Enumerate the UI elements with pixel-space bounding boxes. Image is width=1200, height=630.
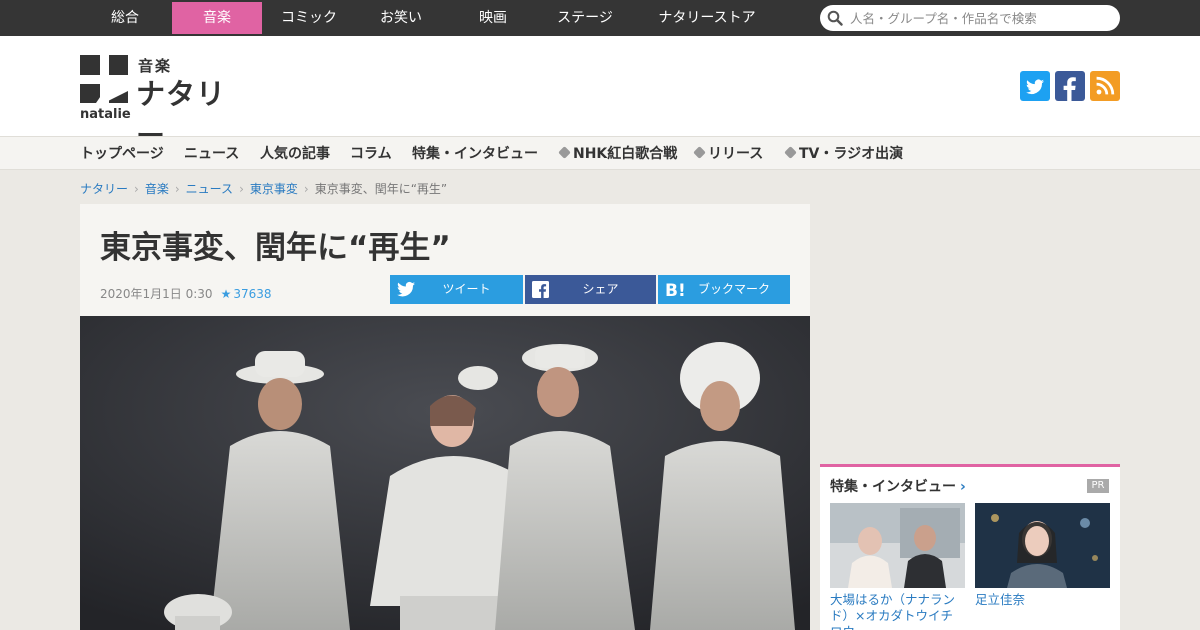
hatena-bookmark-button[interactable]: B! ブックマーク	[658, 275, 790, 304]
subnav-top[interactable]: トップページ	[80, 137, 164, 171]
subnav-popular[interactable]: 人気の記事	[260, 137, 330, 171]
tab-owarai[interactable]: お笑い	[356, 2, 446, 34]
feature-card[interactable]: 足立佳奈	[975, 503, 1110, 630]
chevron-right-icon: ›	[174, 182, 180, 196]
twitter-icon	[1026, 79, 1044, 95]
subnav-kohaku-label: NHK紅白歌合戦	[573, 146, 678, 162]
tag-icon	[784, 146, 797, 159]
chevron-right-icon: ›	[239, 182, 244, 196]
chevron-right-icon: ›	[303, 182, 309, 196]
feature-thumbnail	[975, 503, 1110, 588]
subnav-tv-radio[interactable]: TV・ラジオ出演	[784, 137, 904, 171]
article-header: 東京事変、閏年に“再生” 2020年1月1日 0:30 ★ 37638 ツイート シ…	[80, 204, 810, 316]
subnav-kohaku[interactable]: NHK紅白歌合戦	[558, 137, 678, 171]
search-box	[820, 5, 1120, 31]
hatena-bookmark-label: ブックマーク	[697, 282, 770, 296]
feature-sidebar: 特集・インタビュー› PR 大場はるか（ナナランド）×オカダトウイチロウ 足立佳…	[820, 464, 1120, 630]
rss-link[interactable]	[1090, 71, 1120, 101]
site-logo[interactable]: 音楽 ナタリー natalie	[80, 55, 250, 153]
global-nav: 総合 音楽 コミック お笑い 映画 ステージ ナタリーストア	[0, 0, 1200, 36]
tab-music[interactable]: 音楽	[172, 2, 262, 34]
chevron-right-icon: ›	[960, 479, 966, 495]
favorite-count[interactable]: 37638	[233, 287, 271, 301]
breadcrumb-natalie[interactable]: ナタリー	[80, 182, 128, 196]
sidebar-title-text: 特集・インタビュー	[830, 479, 956, 495]
tab-stage[interactable]: ステージ	[540, 2, 630, 34]
tweet-button[interactable]: ツイート	[390, 275, 523, 304]
chevron-right-icon: ›	[134, 182, 139, 196]
band-photo-image	[80, 316, 810, 630]
tab-eiga[interactable]: 映画	[448, 2, 538, 34]
search-input[interactable]	[850, 7, 1110, 29]
facebook-share-button[interactable]: シェア	[525, 275, 656, 304]
tweet-label: ツイート	[442, 282, 491, 296]
article-date: 2020年1月1日 0:30	[100, 287, 213, 301]
tab-comic[interactable]: コミック	[264, 2, 354, 34]
tab-store[interactable]: ナタリーストア	[632, 2, 782, 34]
breadcrumb-current: 東京事変、閏年に“再生”	[314, 182, 448, 196]
twitter-link[interactable]	[1020, 71, 1050, 101]
feature-thumbnail	[830, 503, 965, 588]
breadcrumb-artist[interactable]: 東京事変	[250, 182, 298, 196]
tag-icon	[558, 146, 571, 159]
logo-latin: natalie	[80, 107, 131, 122]
subnav-news[interactable]: ニュース	[184, 137, 239, 171]
article-hero-photo	[80, 316, 810, 630]
breadcrumb-music[interactable]: 音楽	[145, 182, 169, 196]
breadcrumb: ナタリー › 音楽 › ニュース › 東京事変 › 東京事変、閏年に“再生”	[80, 180, 447, 196]
pr-badge: PR	[1087, 479, 1109, 493]
facebook-icon	[1063, 77, 1076, 101]
sidebar-title[interactable]: 特集・インタビュー ›	[830, 476, 966, 496]
breadcrumb-news[interactable]: ニュース	[186, 182, 233, 196]
subnav-column[interactable]: コラム	[350, 137, 392, 171]
facebook-share-label: シェア	[582, 282, 619, 296]
section-nav: トップページ ニュース 人気の記事 コラム 特集・インタビュー NHK紅白歌合戦…	[0, 136, 1200, 170]
site-header: 音楽 ナタリー natalie	[0, 36, 1200, 153]
article-title: 東京事変、閏年に“再生”	[100, 230, 451, 266]
article-meta: 2020年1月1日 0:30 ★ 37638	[100, 285, 272, 302]
subnav-features[interactable]: 特集・インタビュー	[412, 137, 538, 171]
tab-general[interactable]: 総合	[80, 2, 170, 34]
feature-card[interactable]: 大場はるか（ナナランド）×オカダトウイチロウ	[830, 503, 965, 630]
feature-caption: 大場はるか（ナナランド）×オカダトウイチロウ	[830, 592, 956, 630]
tag-icon	[693, 146, 706, 159]
star-icon: ★	[220, 287, 232, 301]
natalie-logo-icon	[80, 55, 128, 103]
subnav-release[interactable]: リリース	[693, 137, 764, 171]
feature-caption: 足立佳奈	[975, 592, 1026, 607]
subnav-tv-radio-label: TV・ラジオ出演	[799, 146, 904, 162]
rss-icon	[1096, 76, 1115, 95]
subnav-release-label: リリース	[708, 146, 764, 162]
search-icon	[827, 10, 843, 26]
facebook-link[interactable]	[1055, 71, 1085, 101]
